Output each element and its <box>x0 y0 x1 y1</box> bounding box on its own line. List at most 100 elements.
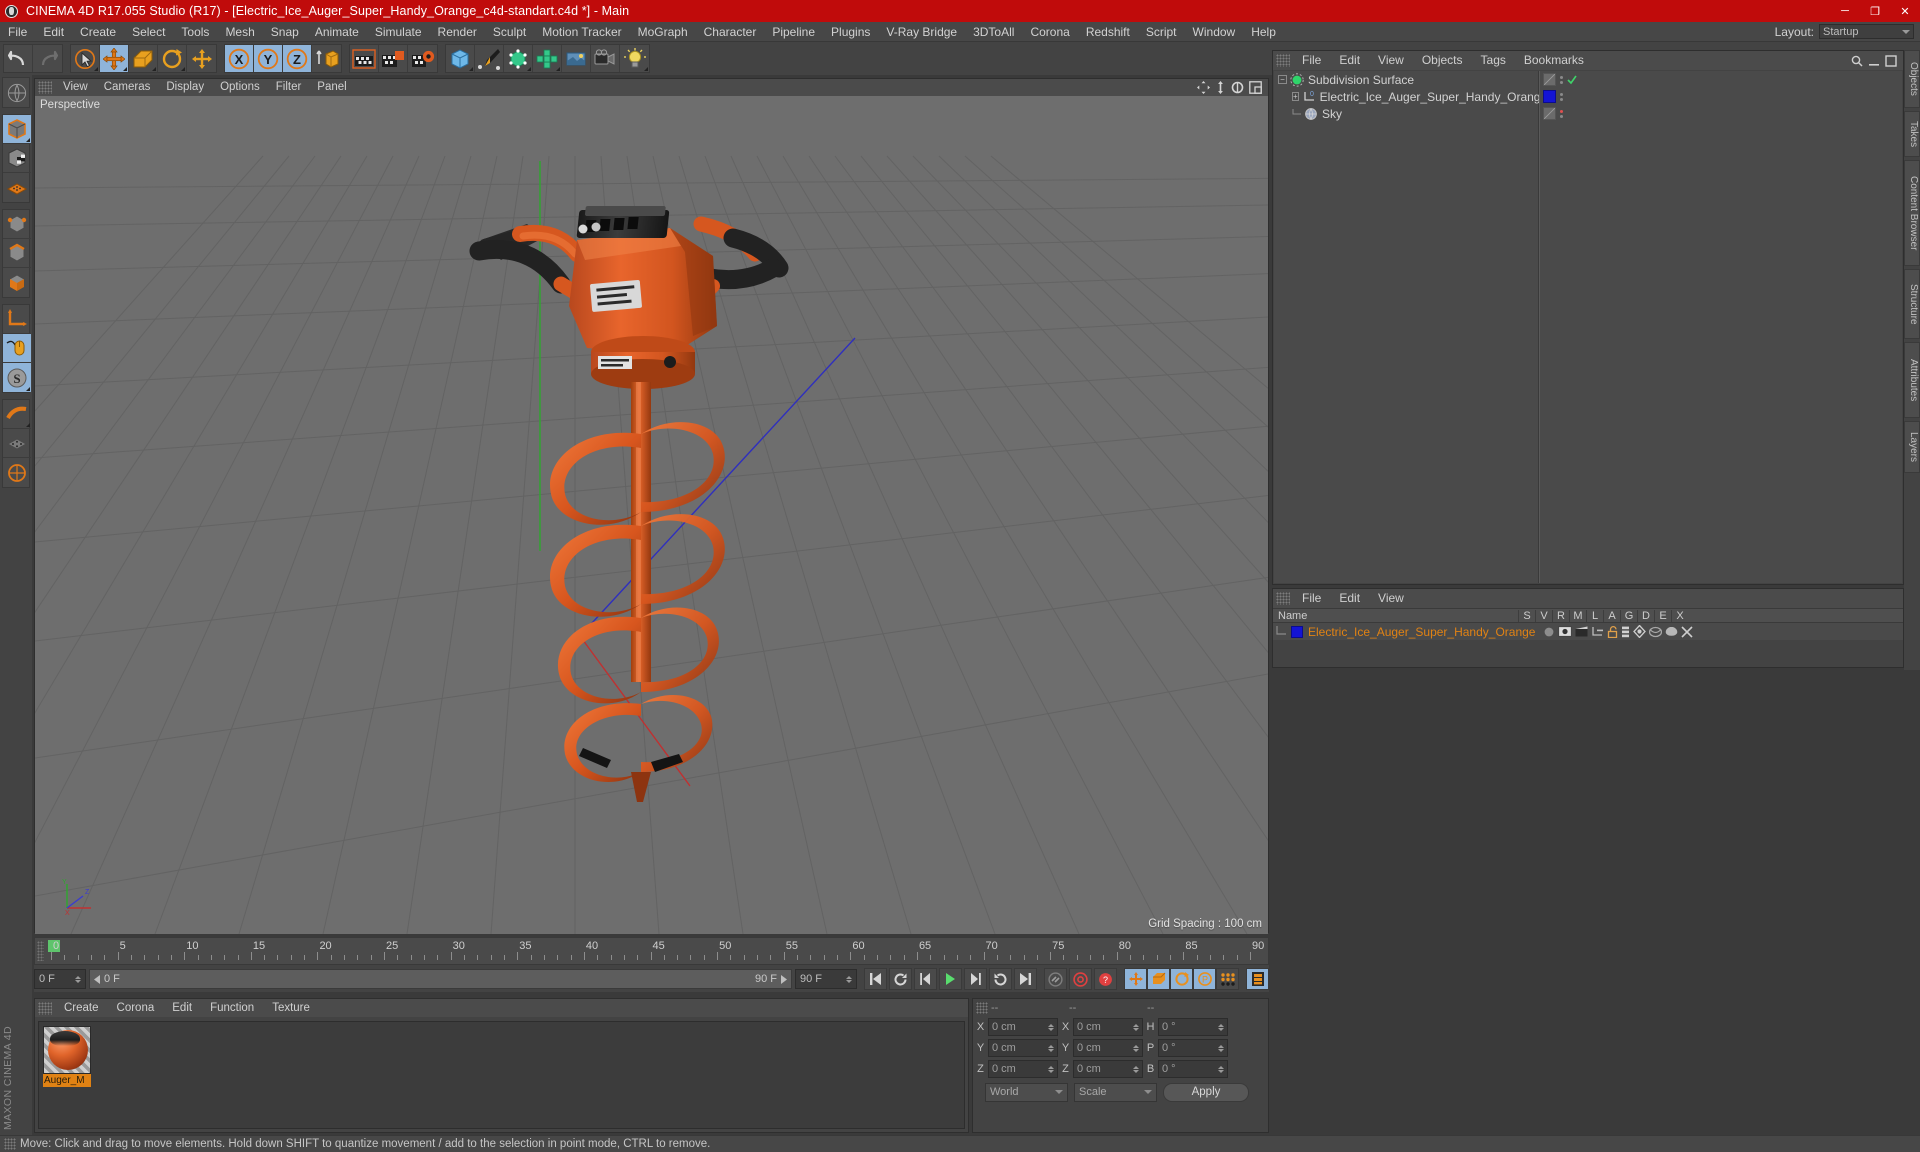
object-tag-row[interactable] <box>1539 71 1601 88</box>
loop-button[interactable] <box>989 968 1012 990</box>
object-menu-tags[interactable]: Tags <box>1472 51 1515 70</box>
menu-item-help[interactable]: Help <box>1243 22 1284 42</box>
object-tag-row[interactable] <box>1539 88 1601 105</box>
position-field[interactable]: 0 cm <box>988 1039 1058 1057</box>
record-active-objects-button[interactable] <box>1069 968 1092 990</box>
maximize-panel-icon[interactable] <box>1885 54 1897 67</box>
menu-item-tools[interactable]: Tools <box>173 22 217 42</box>
object-manager-tool-icons[interactable] <box>1851 54 1903 67</box>
menu-item-plugins[interactable]: Plugins <box>823 22 878 42</box>
ice-auger-3d-model[interactable] <box>465 176 825 826</box>
layout-combo[interactable]: Startup <box>1819 24 1914 39</box>
light-button[interactable] <box>620 45 649 72</box>
menu-item-create[interactable]: Create <box>72 22 124 42</box>
minimize-panel-icon[interactable] <box>1868 55 1880 67</box>
panel-grip-icon[interactable] <box>38 1001 52 1015</box>
menu-item-script[interactable]: Script <box>1138 22 1185 42</box>
object-menu-edit[interactable]: Edit <box>1330 51 1369 70</box>
minimize-button[interactable]: ─ <box>1830 0 1860 22</box>
range-left-handle-icon[interactable] <box>94 974 101 984</box>
autokey-button[interactable] <box>1044 968 1067 990</box>
column-header-m[interactable]: M <box>1569 609 1586 622</box>
size-field[interactable]: 0 cm <box>1073 1018 1143 1036</box>
play-reverse-button[interactable] <box>889 968 912 990</box>
material-menu-corona[interactable]: Corona <box>108 999 164 1017</box>
menu-item-character[interactable]: Character <box>696 22 765 42</box>
object-tree-row[interactable]: − Subdivision Surface <box>1274 71 1538 88</box>
panel-grip-icon[interactable] <box>37 941 44 961</box>
object-menu-bookmarks[interactable]: Bookmarks <box>1515 51 1593 70</box>
panel-grip-icon[interactable] <box>1276 54 1290 67</box>
menu-item-mograph[interactable]: MoGraph <box>630 22 696 42</box>
scene-button[interactable] <box>562 45 591 72</box>
scale-button[interactable] <box>129 45 158 72</box>
position-field[interactable]: 0 cm <box>988 1060 1058 1078</box>
object-menu-view[interactable]: View <box>1369 51 1413 70</box>
object-tree-row[interactable]: +0 Electric_Ice_Auger_Super_Handy_Orange <box>1274 88 1547 105</box>
material-menu-texture[interactable]: Texture <box>263 999 319 1017</box>
dock-tab-attributes[interactable]: Attributes <box>1904 342 1920 418</box>
dock-tab-takes[interactable]: Takes <box>1904 111 1920 157</box>
close-button[interactable]: ✕ <box>1890 0 1920 22</box>
viewport-menu-cameras[interactable]: Cameras <box>96 79 159 96</box>
material-menu-create[interactable]: Create <box>55 999 108 1017</box>
menu-item-sculpt[interactable]: Sculpt <box>485 22 534 42</box>
scale-mode-dropdown[interactable]: Scale <box>1074 1082 1157 1102</box>
timeline-button[interactable] <box>1246 968 1269 990</box>
object-axis-button[interactable] <box>3 305 31 334</box>
play-button[interactable] <box>939 968 962 990</box>
menu-item-select[interactable]: Select <box>124 22 173 42</box>
range-right-handle-icon[interactable] <box>780 974 787 984</box>
menu-item-window[interactable]: Window <box>1185 22 1244 42</box>
panel-grip-icon[interactable] <box>38 81 52 94</box>
material-chip[interactable]: Auger_M <box>43 1026 91 1087</box>
cube-primitive-button[interactable] <box>446 45 475 72</box>
panel-grip-icon[interactable] <box>976 1002 988 1014</box>
viewport-menu-view[interactable]: View <box>55 79 96 96</box>
workplane-lock-button[interactable] <box>3 400 31 429</box>
coordinate-system-dropdown[interactable]: World <box>985 1082 1068 1102</box>
object-tree-row[interactable]: Sky <box>1274 105 1538 122</box>
pla-key-toggle[interactable] <box>1216 968 1239 990</box>
tree-expander-icon[interactable]: − <box>1278 75 1287 84</box>
column-header-x[interactable]: X <box>1671 609 1688 622</box>
z-axis-button[interactable]: Z <box>283 45 312 72</box>
enable-axis-button[interactable] <box>3 334 31 363</box>
spline-pen-button[interactable] <box>475 45 504 72</box>
panel-grip-icon[interactable] <box>1276 592 1290 605</box>
material-menu-edit[interactable]: Edit <box>163 999 201 1017</box>
visibility-dots-icon[interactable] <box>1560 92 1563 101</box>
material-list-row[interactable]: Electric_Ice_Auger_Super_Handy_Orange <box>1273 623 1903 640</box>
polygons-mode-button[interactable] <box>3 268 31 297</box>
hierarchy-tag-icon[interactable] <box>1591 626 1604 637</box>
material-tag-icon[interactable] <box>1543 90 1556 103</box>
dock-tab-content-browser[interactable]: Content Browser <box>1904 160 1920 266</box>
redo-button[interactable] <box>33 45 62 72</box>
end-frame-field[interactable]: 90 F <box>795 969 857 989</box>
render-picture-viewer-button[interactable] <box>379 45 408 72</box>
material-row-icons[interactable] <box>1543 625 1694 638</box>
size-field[interactable]: 0 cm <box>1073 1060 1143 1078</box>
object-menu-objects[interactable]: Objects <box>1413 51 1472 70</box>
texture-mode-button[interactable] <box>3 144 31 173</box>
make-editable-button[interactable] <box>3 78 31 107</box>
menu-item-render[interactable]: Render <box>430 22 485 42</box>
dock-tab-structure[interactable]: Structure <box>1904 269 1920 339</box>
tree-expander-icon[interactable]: + <box>1292 92 1299 101</box>
object-menu-file[interactable]: File <box>1293 51 1330 70</box>
pan-icon[interactable] <box>1197 81 1210 94</box>
viewport-panel[interactable]: View Cameras Display Options Filter Panel <box>34 78 1269 934</box>
empty-tag-icon[interactable] <box>1543 73 1556 86</box>
menu-item-v-ray-bridge[interactable]: V-Ray Bridge <box>878 22 965 42</box>
column-header-a[interactable]: A <box>1603 609 1620 622</box>
viewport-3d-scene[interactable]: Y Z X Grid Spacing : 100 cm <box>35 96 1268 934</box>
material-list[interactable]: Auger_M <box>38 1021 965 1129</box>
dock-tab-layers[interactable]: Layers <box>1904 421 1920 473</box>
menu-item-redshift[interactable]: Redshift <box>1078 22 1138 42</box>
dock-tab-objects[interactable]: Objects <box>1904 50 1920 108</box>
rotation-field[interactable]: 0 ° <box>1158 1018 1228 1036</box>
camera-button[interactable] <box>591 45 620 72</box>
param-key-toggle[interactable]: P <box>1193 968 1216 990</box>
menu-item-snap[interactable]: Snap <box>263 22 307 42</box>
go-to-end-button[interactable] <box>1014 968 1037 990</box>
